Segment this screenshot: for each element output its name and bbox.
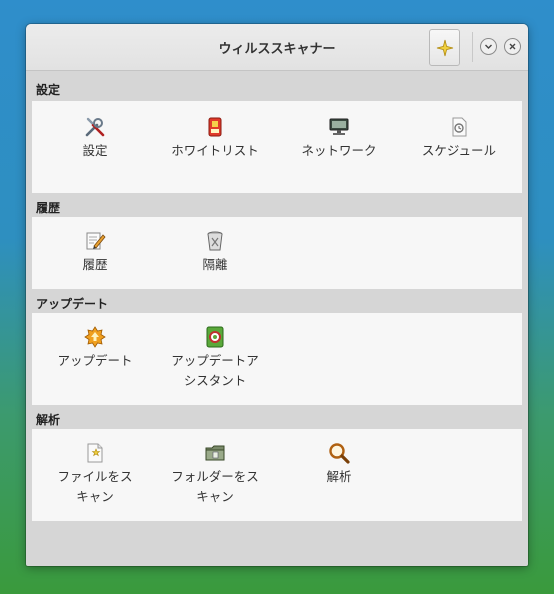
network-label: ネットワーク (301, 143, 377, 158)
quarantine-label: 隔離 (202, 257, 228, 272)
section-heading-settings: 設定 (36, 83, 61, 97)
whitelist-item[interactable]: ホワイトリスト (160, 115, 270, 161)
section-panel-update: アップデート アップデートア シスタント (32, 313, 522, 405)
scan-folder-item[interactable]: フォルダーをス キャン (160, 441, 270, 507)
scan-folder-label-line1: フォルダーをス (171, 469, 259, 484)
update-icon (84, 326, 106, 348)
update-item[interactable]: アップデート (40, 325, 150, 371)
minimize-button[interactable] (480, 38, 497, 55)
close-icon (509, 43, 516, 50)
schedule-item[interactable]: スケジュール (404, 115, 514, 161)
section-panel-history: 履歴 隔離 (32, 217, 522, 289)
star-button[interactable] (429, 29, 460, 66)
update-label: アップデート (57, 353, 133, 368)
update-assistant-item[interactable]: アップデートア シスタント (160, 325, 270, 391)
tools-icon (85, 117, 105, 137)
whitelist-icon (208, 117, 222, 137)
update-assistant-label-line1: アップデートア (171, 353, 259, 368)
section-panel-settings: 設定 ホワイトリスト ネットワーク スケジュール (32, 101, 522, 193)
update-assistant-icon (206, 326, 224, 348)
schedule-icon (452, 117, 467, 137)
close-button[interactable] (504, 38, 521, 55)
section-heading-analysis: 解析 (36, 413, 61, 427)
titlebar: ウィルススキャナー (26, 24, 528, 71)
scan-file-item[interactable]: ファイルをス キャン (40, 441, 150, 507)
whitelist-label: ホワイトリスト (171, 143, 259, 158)
history-item[interactable]: 履歴 (40, 229, 150, 275)
network-item[interactable]: ネットワーク (284, 115, 394, 161)
settings-label: 設定 (82, 143, 108, 158)
scan-folder-icon (205, 445, 225, 461)
scan-file-label-line2: キャン (76, 489, 114, 504)
scan-file-icon (87, 443, 103, 463)
star-icon (436, 39, 453, 56)
network-icon (329, 118, 349, 135)
section-heading-history: 履歴 (36, 201, 61, 215)
update-assistant-label-line2: シスタント (183, 373, 247, 388)
analysis-label: 解析 (326, 469, 352, 484)
chevron-down-icon (485, 44, 492, 49)
quarantine-icon (207, 231, 223, 251)
section-heading-update: アップデート (36, 297, 109, 311)
schedule-label: スケジュール (421, 143, 497, 158)
scan-file-label-line1: ファイルをス (57, 469, 133, 484)
titlebar-separator (472, 32, 473, 62)
magnifier-icon (329, 443, 350, 464)
history-icon (86, 232, 106, 250)
analysis-item[interactable]: 解析 (284, 441, 394, 487)
app-window: ウィルススキャナー 設定 設定 ホワイトリスト ネットワーク スケジュール 履歴… (26, 24, 528, 566)
section-panel-analysis: ファイルをス キャン フォルダーをス キャン 解析 (32, 429, 522, 521)
scan-folder-label-line2: キャン (196, 489, 234, 504)
settings-item[interactable]: 設定 (40, 115, 150, 161)
quarantine-item[interactable]: 隔離 (160, 229, 270, 275)
history-label: 履歴 (82, 257, 108, 272)
